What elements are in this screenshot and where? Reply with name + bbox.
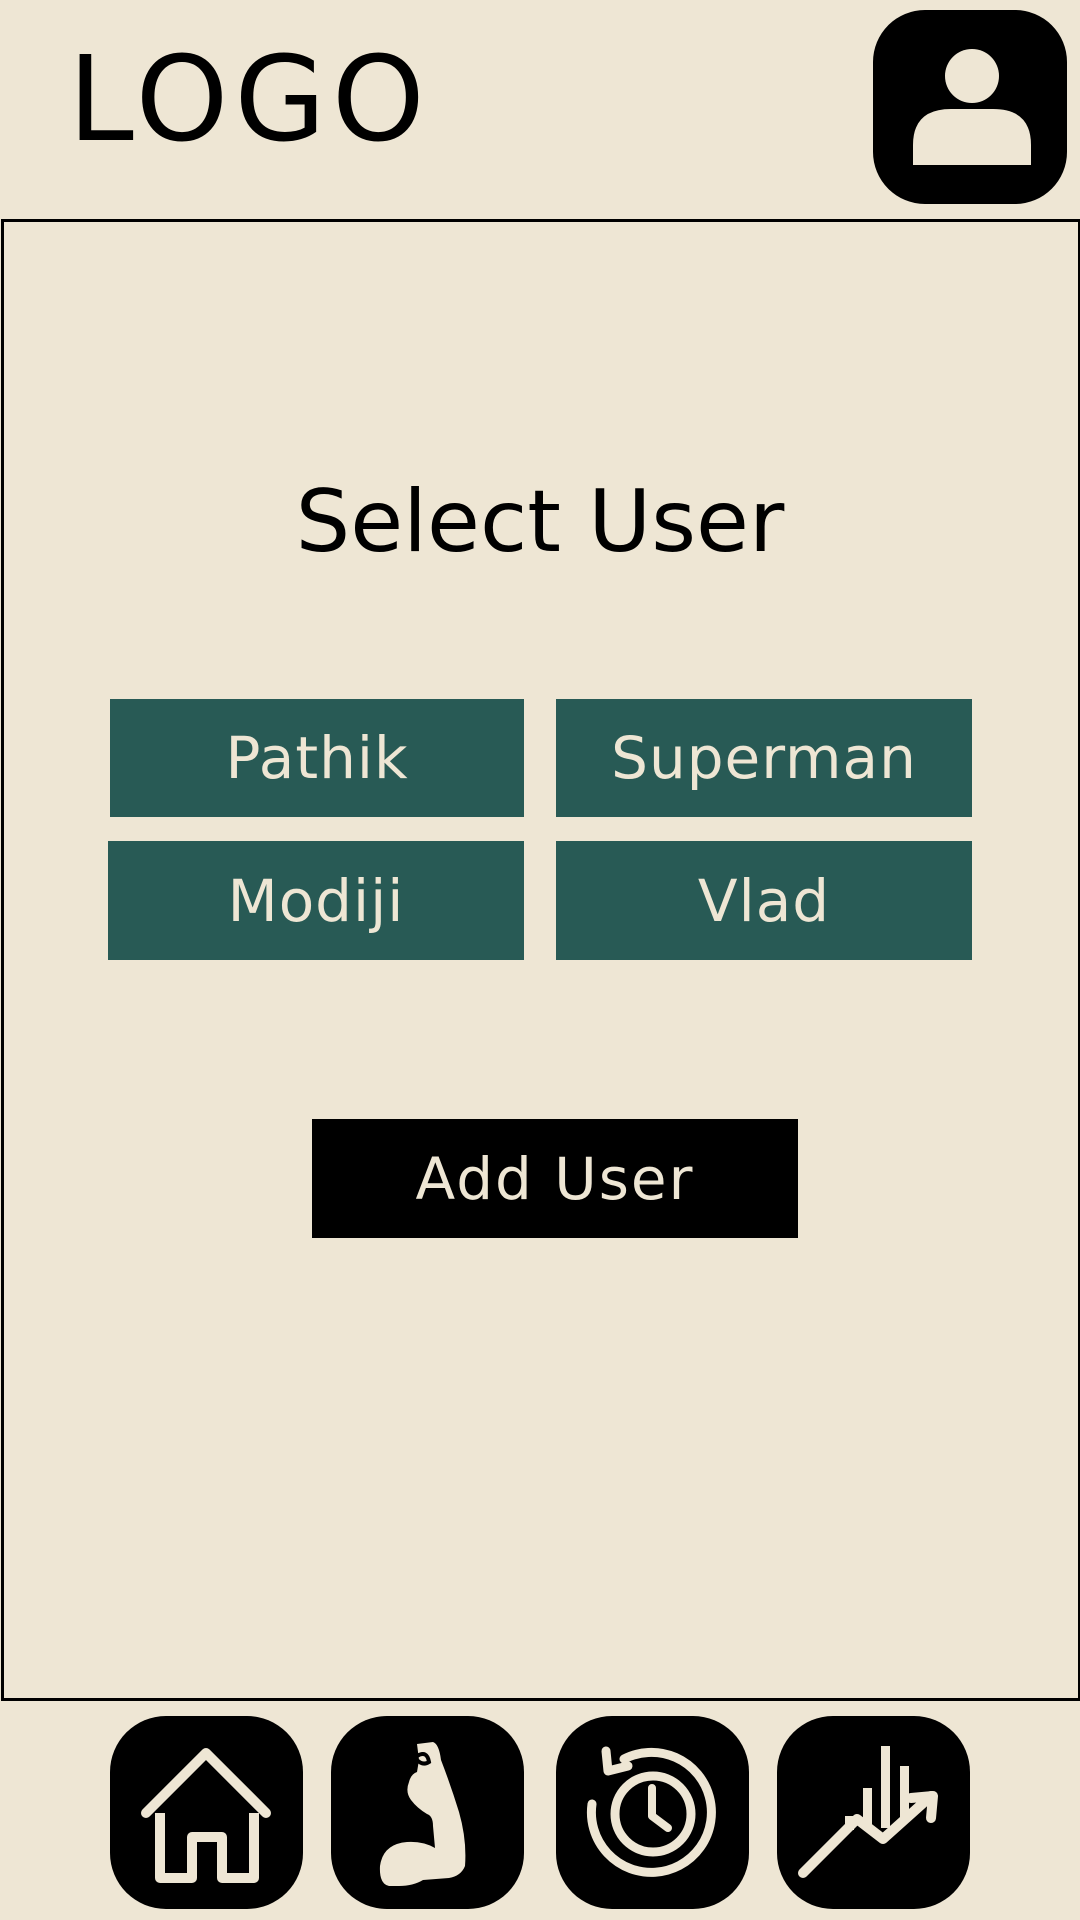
user-profile-icon <box>913 49 1031 165</box>
logo: LOGO <box>68 30 431 168</box>
user-button-pathik[interactable]: Pathik <box>110 699 524 817</box>
history-clock-icon <box>586 1746 716 1877</box>
user-button-superman[interactable]: Superman <box>556 699 972 817</box>
nav-stats-button[interactable] <box>777 1716 970 1909</box>
main-panel <box>1 219 1080 1701</box>
user-button-modiji[interactable]: Modiji <box>108 841 524 960</box>
nav-workout-button[interactable] <box>331 1716 524 1909</box>
stats-chart-icon <box>798 1746 938 1878</box>
page-title: Select User <box>295 472 785 572</box>
home-icon <box>141 1748 271 1883</box>
profile-button[interactable] <box>873 10 1067 204</box>
user-button-vlad[interactable]: Vlad <box>556 841 972 960</box>
add-user-button[interactable]: Add User <box>312 1119 798 1238</box>
flexed-arm-icon <box>379 1742 466 1886</box>
nav-home-button[interactable] <box>110 1716 303 1909</box>
nav-history-button[interactable] <box>556 1716 749 1909</box>
